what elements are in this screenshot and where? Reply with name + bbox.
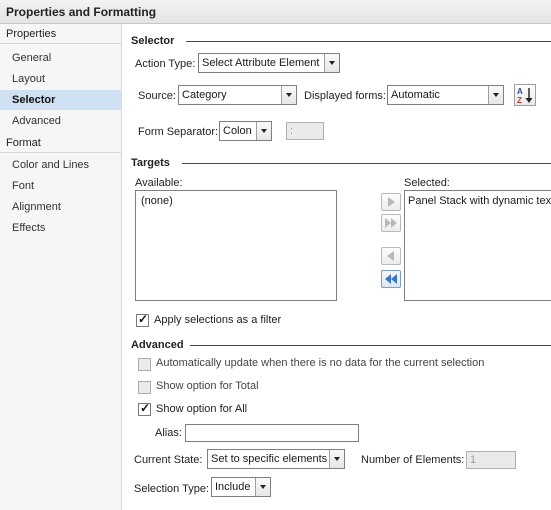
advanced-section-divider (190, 345, 551, 346)
sidebar-category-format[interactable]: Format (0, 133, 122, 153)
auto-update-checkbox[interactable] (138, 358, 151, 371)
current-state-label: Current State: (134, 454, 203, 466)
sidebar-item-layout[interactable]: Layout (0, 69, 122, 89)
alias-input[interactable] (185, 424, 359, 442)
alias-label: Alias: (155, 427, 182, 439)
move-left-button[interactable] (381, 247, 401, 265)
sidebar-item-effects[interactable]: Effects (0, 218, 122, 238)
chevron-down-icon (281, 86, 296, 104)
displayed-forms-label: Displayed forms: (304, 90, 386, 102)
available-label: Available: (135, 177, 183, 189)
arrow-left-icon (387, 251, 394, 261)
source-value: Category (182, 89, 227, 101)
form-separator-text: : (286, 122, 324, 140)
form-separator-dropdown[interactable]: Colon (219, 121, 272, 141)
sort-az-button[interactable]: A Z (514, 84, 536, 106)
current-state-value: Set to specific elements (211, 453, 328, 465)
selection-type-dropdown[interactable]: Include (211, 477, 271, 497)
sidebar-item-advanced[interactable]: Advanced (0, 111, 122, 131)
selector-section-divider (186, 41, 551, 42)
show-total-checkbox[interactable] (138, 381, 151, 394)
number-elements-field: 1 (466, 451, 516, 469)
double-arrow-left-icon (385, 274, 397, 284)
sidebar: Properties General Layout Selector Advan… (0, 24, 122, 510)
list-item[interactable]: (none) (141, 195, 173, 207)
show-all-checkbox[interactable]: ✓ (138, 401, 151, 416)
targets-section-divider (182, 163, 551, 164)
selection-type-value: Include (215, 481, 251, 493)
double-arrow-right-icon (385, 218, 397, 228)
form-separator-label: Form Separator: (138, 126, 219, 138)
arrow-right-icon (388, 197, 395, 207)
action-type-value: Select Attribute Element (202, 57, 320, 69)
advanced-section-title: Advanced (131, 339, 184, 351)
sidebar-item-font[interactable]: Font (0, 176, 122, 196)
chevron-down-icon (324, 54, 339, 72)
available-listbox[interactable]: (none) (135, 190, 337, 301)
selection-type-label: Selection Type: (134, 483, 210, 495)
chevron-down-icon (488, 86, 503, 104)
sidebar-item-alignment[interactable]: Alignment (0, 197, 122, 217)
chevron-down-icon (329, 450, 344, 468)
apply-filter-checkbox[interactable]: ✓ (136, 312, 149, 327)
auto-update-label: Automatically update when there is no da… (156, 357, 485, 369)
checkmark-icon: ✓ (138, 312, 149, 326)
move-all-left-button[interactable] (381, 270, 401, 288)
displayed-forms-value: Automatic (391, 89, 440, 101)
displayed-forms-dropdown[interactable]: Automatic (387, 85, 504, 105)
move-all-right-button[interactable] (381, 214, 401, 232)
window-title: Properties and Formatting (0, 0, 551, 24)
source-dropdown[interactable]: Category (178, 85, 297, 105)
current-state-dropdown[interactable]: Set to specific elements (207, 449, 345, 469)
targets-section-title: Targets (131, 157, 170, 169)
sidebar-category-properties[interactable]: Properties (0, 24, 122, 44)
number-elements-label: Number of Elements: (361, 454, 465, 466)
svg-text:A: A (517, 87, 523, 96)
chevron-down-icon (255, 478, 270, 496)
apply-filter-label: Apply selections as a filter (154, 314, 282, 326)
checkmark-icon: ✓ (140, 401, 151, 415)
sidebar-item-color-and-lines[interactable]: Color and Lines (0, 155, 122, 175)
action-type-dropdown[interactable]: Select Attribute Element (198, 53, 340, 73)
sort-az-icon: A Z (517, 87, 533, 105)
show-all-label: Show option for All (156, 403, 248, 415)
move-right-button[interactable] (381, 193, 401, 211)
chevron-down-icon (256, 122, 271, 140)
list-item[interactable]: Panel Stack with dynamic text (408, 195, 551, 207)
selected-label: Selected: (404, 177, 450, 189)
selected-listbox[interactable]: Panel Stack with dynamic text (404, 190, 551, 301)
form-separator-value: Colon (223, 125, 252, 137)
selector-section-title: Selector (131, 35, 175, 47)
sidebar-item-selector[interactable]: Selector (0, 90, 122, 110)
sidebar-item-general[interactable]: General (0, 48, 122, 68)
source-label: Source: (138, 90, 176, 102)
action-type-label: Action Type: (135, 58, 196, 70)
show-total-label: Show option for Total (156, 380, 259, 392)
svg-text:Z: Z (517, 96, 522, 105)
